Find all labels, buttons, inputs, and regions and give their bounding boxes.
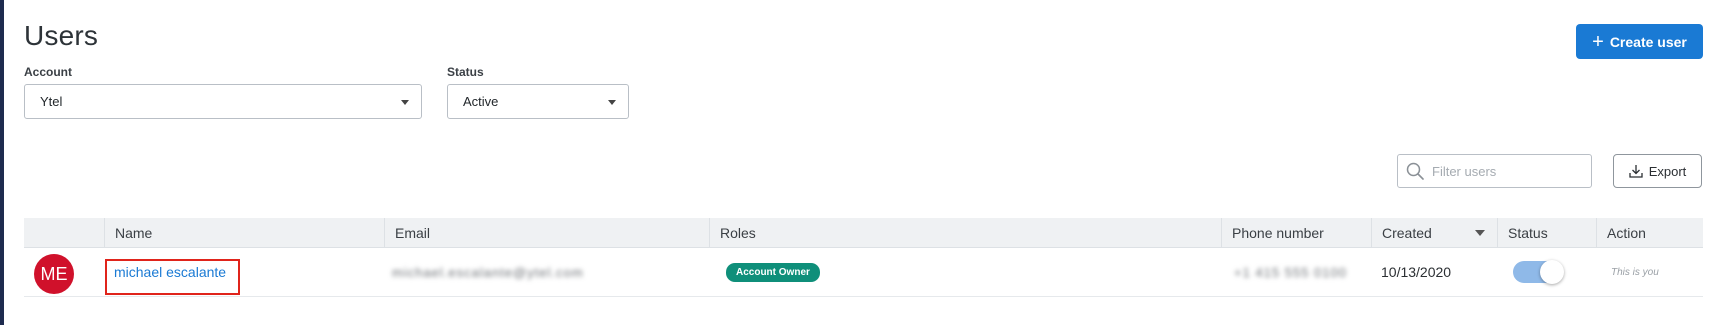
email-cell: michael.escalante@ytel.com [392, 248, 584, 296]
caret-down-icon [608, 100, 616, 105]
sort-desc-icon[interactable] [1475, 230, 1485, 236]
page-title: Users [24, 20, 99, 51]
toggle-knob [1540, 260, 1564, 284]
export-label: Export [1648, 163, 1687, 179]
export-button[interactable]: Export [1613, 154, 1702, 188]
magnifier-icon [1406, 162, 1424, 180]
action-cell: This is you [1611, 248, 1659, 296]
role-badge: Account Owner [726, 262, 820, 282]
email-value-redacted: michael.escalante@ytel.com [392, 264, 584, 280]
highlight-box [105, 259, 240, 295]
column-header-avatar [24, 218, 104, 248]
roles-cell: Account Owner [726, 248, 820, 296]
status-cell [1513, 248, 1564, 296]
account-filter-label: Account [24, 65, 72, 79]
column-header-status[interactable]: Status [1497, 218, 1596, 248]
action-note: This is you [1611, 266, 1659, 278]
column-header-created[interactable]: Created [1371, 218, 1497, 248]
status-toggle[interactable] [1513, 260, 1564, 284]
status-filter-label: Status [447, 65, 484, 79]
column-header-name[interactable]: Name [104, 218, 384, 248]
created-cell: 10/13/2020 [1381, 248, 1451, 296]
caret-down-icon [401, 100, 409, 105]
plus-icon: + [1592, 30, 1604, 53]
status-select-value: Active [463, 94, 499, 109]
created-date: 10/13/2020 [1381, 264, 1452, 280]
status-select[interactable]: Active [447, 84, 629, 119]
phone-value-redacted: +1 415 555 0100 [1234, 264, 1347, 280]
users-table-header: Name Email Roles Phone number Created St… [24, 218, 1703, 248]
column-header-action: Action [1596, 218, 1703, 248]
table-row: ME michael escalante michael.escalante@y… [24, 248, 1703, 297]
filter-users-input[interactable] [1432, 163, 1582, 179]
column-header-phone[interactable]: Phone number [1221, 218, 1371, 248]
column-header-created-label: Created [1382, 225, 1432, 241]
column-header-email[interactable]: Email [384, 218, 709, 248]
account-select[interactable]: Ytel [24, 84, 422, 119]
account-select-value: Ytel [40, 94, 63, 109]
avatar: ME [34, 254, 74, 294]
create-user-button[interactable]: + Create user [1576, 24, 1703, 59]
filter-users-field[interactable] [1397, 154, 1592, 188]
phone-cell: +1 415 555 0100 [1234, 248, 1347, 296]
create-user-label: Create user [1609, 33, 1687, 50]
column-header-roles[interactable]: Roles [709, 218, 1221, 248]
download-icon [1629, 165, 1643, 178]
app-left-edge [0, 0, 4, 325]
